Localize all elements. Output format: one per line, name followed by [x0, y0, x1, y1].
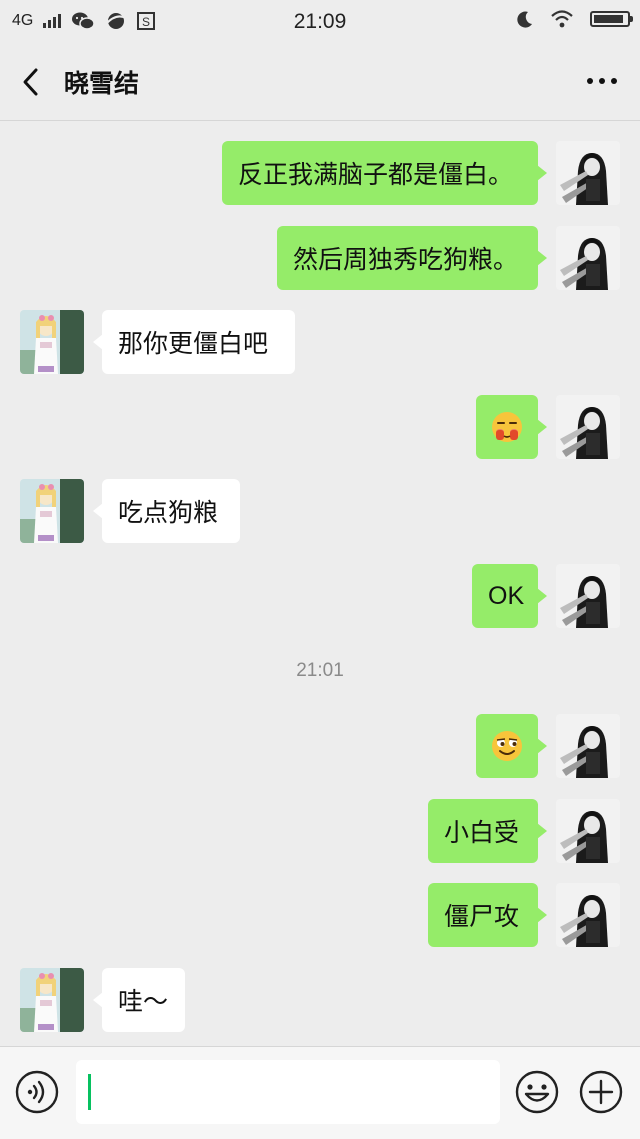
my-avatar[interactable]: [556, 883, 620, 947]
battery-icon: [590, 11, 633, 27]
message-bubble[interactable]: 然后周独秀吃狗粮。: [277, 226, 547, 290]
input-bar: [0, 1046, 640, 1139]
my-avatar[interactable]: [556, 226, 620, 290]
message-timestamp: 21:01: [296, 660, 344, 681]
message-bubble[interactable]: [476, 395, 547, 459]
message-bubble[interactable]: 小白受: [428, 799, 547, 863]
text-cursor: [88, 1074, 91, 1110]
voice-icon[interactable]: [14, 1069, 60, 1115]
message-bubble[interactable]: 哇～: [93, 968, 185, 1032]
message-bubble[interactable]: 那你更僵白吧: [93, 310, 295, 374]
message-bubble[interactable]: [476, 714, 547, 778]
my-avatar[interactable]: [556, 395, 620, 459]
my-avatar[interactable]: [556, 141, 620, 205]
emoji-icon[interactable]: [514, 1069, 560, 1115]
blushing-covering-face-emoji: [492, 412, 522, 442]
chat-header: 晓雪结: [0, 44, 640, 121]
moon-icon: [517, 11, 532, 28]
message-text: 那你更僵白吧: [118, 329, 269, 358]
my-avatar[interactable]: [556, 564, 620, 628]
plus-icon[interactable]: [578, 1069, 624, 1115]
my-avatar[interactable]: [556, 799, 620, 863]
message-bubble[interactable]: 反正我满脑子都是僵白。: [222, 141, 547, 205]
chevron-left-icon[interactable]: [14, 64, 50, 100]
message-bubble[interactable]: OK: [472, 564, 547, 628]
wifi-icon: [551, 10, 573, 28]
contact-avatar[interactable]: [20, 968, 84, 1032]
my-avatar[interactable]: [556, 714, 620, 778]
message-text: 小白受: [444, 818, 520, 847]
sly-smile-emoji: [492, 731, 522, 761]
contact-avatar[interactable]: [20, 310, 84, 374]
message-input[interactable]: [76, 1060, 500, 1124]
more-dots-icon[interactable]: [582, 66, 622, 96]
message-text: 哇～: [118, 987, 169, 1016]
message-text: 然后周独秀吃狗粮。: [293, 245, 519, 274]
chat-title: 晓雪结: [64, 69, 140, 98]
contact-avatar[interactable]: [20, 479, 84, 543]
message-bubble[interactable]: 僵尸攻: [428, 883, 547, 947]
message-text: 吃点狗粮: [118, 498, 219, 527]
message-text: 僵尸攻: [444, 902, 520, 931]
message-text: OK: [488, 581, 525, 610]
message-bubble[interactable]: 吃点狗粮: [93, 479, 240, 543]
message-text: 反正我满脑子都是僵白。: [238, 160, 514, 189]
status-bar: 4G S 21:09: [0, 0, 640, 44]
